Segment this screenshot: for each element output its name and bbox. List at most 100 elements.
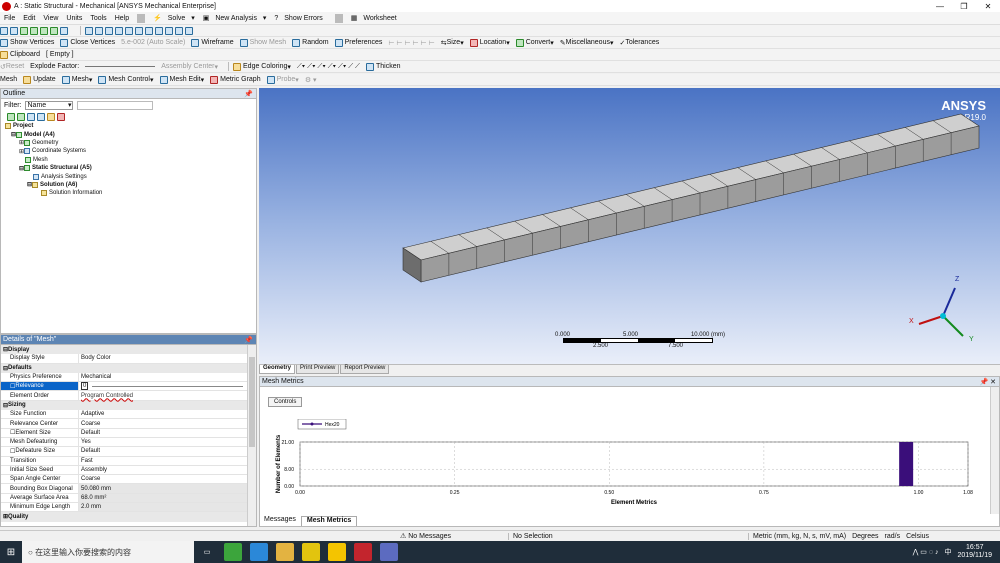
filter-tree-icon[interactable] [37, 112, 45, 121]
zoom-icon[interactable] [105, 26, 113, 35]
select-icon[interactable] [0, 26, 8, 35]
probe-button[interactable]: Probe ▾ [266, 75, 299, 84]
file-explorer-icon[interactable] [276, 543, 294, 561]
status-units[interactable]: Metric (mm, kg, N, s, mV, mA) [748, 532, 846, 540]
close-icon[interactable]: ✕ [976, 2, 1000, 11]
menu-help[interactable]: Help [111, 15, 133, 22]
expand-icon[interactable] [7, 112, 15, 121]
mesh-control-button[interactable]: Mesh Control ▾ [98, 75, 154, 84]
mesh-metrics-scrollbar[interactable] [990, 387, 999, 514]
probe-options-icon[interactable]: ⚙ ▾ [305, 76, 317, 84]
status-rads[interactable]: rad/s [885, 533, 901, 540]
minimize-icon[interactable]: — [928, 2, 952, 11]
details-scrollbar[interactable] [247, 345, 256, 526]
status-temperature[interactable]: Celsius [906, 533, 929, 540]
explode-slider[interactable] [85, 66, 156, 67]
row-span-angle-center[interactable]: Span Angle Center Coarse [1, 475, 247, 485]
beam-model[interactable] [259, 88, 1000, 364]
row-transition[interactable]: Transition Fast [1, 456, 247, 466]
details-pin-icon[interactable]: 📌 [244, 336, 253, 344]
tab-messages[interactable]: Messages [259, 516, 301, 526]
row-element-order[interactable]: Element Order Program Controlled [1, 391, 247, 401]
app-icon-2[interactable] [250, 543, 268, 561]
section-quality[interactable]: ⊞ Quality [1, 512, 247, 522]
preferences-button[interactable]: Preferences [334, 38, 382, 47]
wireframe-button[interactable]: Wireframe [191, 38, 234, 47]
tray-icons[interactable]: ⋀ ▭ ◌ ♪ [913, 548, 939, 556]
menu-units[interactable]: Units [62, 15, 86, 22]
body-select-icon[interactable] [40, 26, 48, 35]
edge-tools[interactable]: ⟋▾ ⟋▾ ⟋▾ ⟋▾ ⟋▾ ⟋ ⟋ [297, 63, 360, 71]
tab-geometry[interactable]: Geometry [259, 365, 296, 374]
extend-select-icon[interactable] [50, 26, 58, 35]
taskbar-clock[interactable]: 16:57 2019/11/19 [957, 544, 992, 560]
auto-scale-field[interactable]: 5.e-002 (Auto Scale) [121, 39, 185, 46]
tree-item-geometry[interactable]: ⊞ Geometry [5, 139, 256, 147]
update-button[interactable]: Update [23, 75, 56, 84]
size-dropdown[interactable]: ⇆ Size ▾ [441, 39, 464, 47]
task-view-icon[interactable]: ▭ [198, 543, 216, 561]
tree-item-coordinate-systems[interactable]: ⊞ Coordinate Systems [5, 147, 256, 155]
mesh-edit-button[interactable]: Mesh Edit ▾ [159, 75, 204, 84]
rotate-icon[interactable] [85, 26, 93, 35]
assembly-center-dropdown[interactable]: Assembly Center ▾ [161, 63, 218, 71]
worksheet-button[interactable]: ▦ Worksheet [347, 14, 405, 22]
row-physics-preference[interactable]: Physics Preference Mechanical [1, 372, 247, 383]
status-degrees[interactable]: Degrees [852, 533, 878, 540]
sort-icon[interactable] [57, 112, 65, 121]
pin-icon[interactable]: 📌 [244, 90, 253, 98]
location-dropdown[interactable]: Location ▾ [469, 38, 510, 47]
row-defeature-size[interactable]: ☐ Defeature Size Default [1, 447, 247, 457]
random-button[interactable]: Random [292, 38, 329, 47]
reset-button[interactable]: ↺ Reset [0, 63, 24, 71]
relevance-slider[interactable] [92, 385, 243, 387]
convert-dropdown[interactable]: Convert ▾ [515, 38, 554, 47]
iso-view-icon[interactable] [165, 26, 173, 35]
pan-icon[interactable] [95, 26, 103, 35]
next-view-icon[interactable] [155, 26, 163, 35]
mechanical-icon[interactable] [354, 543, 372, 561]
folder-icon[interactable] [47, 112, 55, 121]
solve-button[interactable]: ⚡ Solve ▾ [149, 14, 199, 22]
app-icon-7[interactable] [380, 543, 398, 561]
face-select-icon[interactable] [20, 26, 28, 35]
show-vertices-button[interactable]: Show Vertices [0, 38, 54, 47]
row-element-size[interactable]: ☐ Element Size Default [1, 428, 247, 438]
box-zoom-icon[interactable] [115, 26, 123, 35]
row-size-function[interactable]: Size Function Adaptive [1, 410, 247, 420]
section-defaults[interactable]: ⊟ Defaults [1, 363, 247, 373]
menu-tools[interactable]: Tools [86, 15, 110, 22]
menu-view[interactable]: View [39, 15, 62, 22]
row-initial-size-seed[interactable]: Initial Size Seed Assembly [1, 465, 247, 476]
mesh-button[interactable]: Mesh ▾ [61, 75, 92, 84]
zoom-fit-icon[interactable] [125, 26, 133, 35]
miscellaneous-dropdown[interactable]: ✎ Miscellaneous ▾ [560, 39, 614, 47]
tab-report-preview[interactable]: Report Preview [340, 365, 390, 374]
row-mesh-defeaturing[interactable]: Mesh Defeaturing Yes [1, 437, 247, 448]
maximize-icon[interactable]: ❐ [952, 2, 976, 11]
app-icon-1[interactable] [224, 543, 242, 561]
metric-graph-button[interactable]: Metric Graph [210, 75, 261, 84]
row-relevance-center[interactable]: Relevance Center Coarse [1, 419, 247, 429]
edge-select-icon[interactable] [30, 26, 38, 35]
tab-mesh-metrics[interactable]: Mesh Metrics [300, 516, 358, 526]
taskbar-search[interactable]: ○ 在这里输入你要搜索的内容 [22, 541, 194, 563]
tree-item-solution[interactable]: ⊟ Solution (A6) [5, 181, 256, 189]
edge-coloring-dropdown[interactable]: Edge Coloring ▾ [233, 62, 291, 71]
point-icon[interactable] [10, 26, 18, 35]
tree-item-project[interactable]: Project [5, 122, 256, 130]
ime-indicator[interactable]: 中 [944, 547, 951, 557]
windows-start-icon[interactable]: ⊞ [0, 547, 22, 558]
section-display[interactable]: ⊟ Display [1, 345, 247, 355]
row-relevance[interactable]: ☐ Relevance 0 [1, 382, 247, 392]
new-analysis-button[interactable]: ▣ New Analysis ▾ [199, 14, 271, 22]
tree-item-analysis-settings[interactable]: Analysis Settings [5, 172, 256, 180]
menu-edit[interactable]: Edit [19, 15, 39, 22]
lock-icon[interactable] [175, 26, 183, 35]
filter-input[interactable] [76, 100, 153, 110]
section-sizing[interactable]: ⊟ Sizing [1, 400, 247, 411]
tab-print-preview[interactable]: Print Preview [296, 365, 340, 374]
select-mode-icon[interactable] [60, 26, 68, 35]
app-icon-4[interactable] [302, 543, 320, 561]
mesh-metrics-close-icon[interactable]: 📌 ✕ [979, 378, 996, 386]
